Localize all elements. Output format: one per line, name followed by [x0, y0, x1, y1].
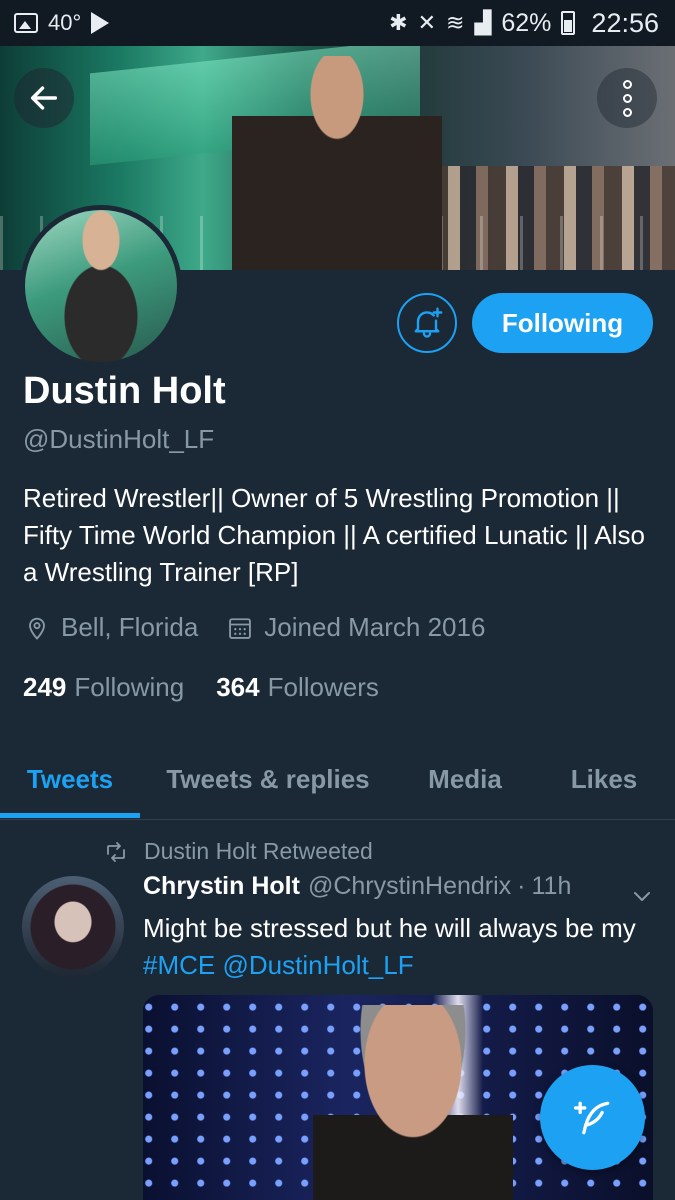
temperature-readout: 40°	[48, 10, 82, 35]
location-pin-icon	[29, 617, 45, 640]
profile-avatar[interactable]	[20, 205, 182, 367]
compose-tweet-button[interactable]	[540, 1065, 645, 1170]
profile-joined-date: Joined March 2016	[264, 612, 486, 642]
bell-plus-icon	[414, 307, 443, 338]
notifications-toggle-button[interactable]	[397, 293, 457, 353]
following-count-link[interactable]: 249 Following	[23, 672, 184, 703]
tweet-mention[interactable]: @DustinHolt_LF	[222, 950, 413, 980]
compose-feather-icon	[573, 1101, 609, 1134]
followers-count-link[interactable]: 364 Followers	[216, 672, 379, 703]
clock: 22:56	[591, 7, 659, 38]
profile-tabs: Tweets Tweets & replies Media Likes	[0, 740, 675, 820]
tweet-author-handle[interactable]: @ChrystinHendrix	[308, 872, 511, 901]
profile-name: Dustin Holt	[23, 370, 226, 412]
retweet-icon	[107, 841, 125, 862]
profile-bio: Retired Wrestler|| Owner of 5 Wrestling …	[23, 483, 645, 587]
active-tab-indicator	[0, 813, 140, 818]
tweet-hashtag[interactable]: #MCE	[143, 950, 215, 980]
followers-count: 364	[216, 672, 260, 702]
calendar-icon	[229, 617, 252, 639]
status-bar-right: ✱ ✕ ≋ ▟ 62% 22:56	[389, 8, 659, 39]
profile-handle: @DustinHolt_LF	[23, 424, 215, 454]
tab-media[interactable]: Media	[400, 740, 530, 818]
following-count: 249	[23, 672, 67, 702]
more-options-button[interactable]	[597, 68, 657, 128]
media-person-graphic	[313, 1005, 513, 1200]
tweet-text-body: Might be stressed but he will always be …	[143, 913, 636, 943]
followers-label: Followers	[267, 672, 379, 702]
profile-meta: Bell, Florida Joined March 2016	[23, 612, 485, 643]
profile-location: Bell, Florida	[61, 612, 199, 642]
battery-icon	[561, 11, 576, 35]
gallery-notification-icon	[14, 13, 38, 33]
tweet-author-avatar[interactable]	[22, 876, 124, 978]
more-vertical-icon	[622, 79, 632, 89]
play-notification-icon	[91, 12, 110, 34]
tweet-author-name[interactable]: Chrystin Holt	[143, 872, 300, 901]
retweet-label: Dustin Holt Retweeted	[144, 838, 373, 864]
mute-icon: ✕	[417, 10, 437, 35]
tweet-timestamp: 11h	[531, 872, 572, 900]
bluetooth-icon: ✱	[389, 10, 408, 35]
back-button[interactable]	[14, 68, 74, 128]
following-button[interactable]: Following	[472, 293, 653, 353]
tab-tweets[interactable]: Tweets	[0, 740, 140, 818]
banner-person-graphic	[232, 56, 442, 270]
tab-likes[interactable]: Likes	[540, 740, 668, 818]
arrow-left-icon	[30, 86, 58, 110]
battery-percent: 62%	[501, 8, 552, 37]
status-bar: 40° ✱ ✕ ≋ ▟ 62% 22:56	[0, 0, 675, 46]
chevron-down-icon[interactable]	[630, 884, 654, 908]
signal-icon: ▟	[474, 10, 492, 35]
tweet-header: Chrystin Holt @ChrystinHendrix · 11h	[143, 872, 571, 901]
tab-tweets-and-replies[interactable]: Tweets & replies	[150, 740, 386, 818]
tweet-separator: ·	[517, 872, 526, 900]
tweet-text: Might be stressed but he will always be …	[143, 910, 653, 984]
wifi-icon: ≋	[446, 10, 465, 35]
status-bar-left: 40°	[14, 10, 110, 36]
profile-counts: 249 Following 364 Followers	[23, 672, 379, 703]
following-label: Following	[74, 672, 185, 702]
retweet-context: Dustin Holt Retweeted	[104, 838, 373, 865]
